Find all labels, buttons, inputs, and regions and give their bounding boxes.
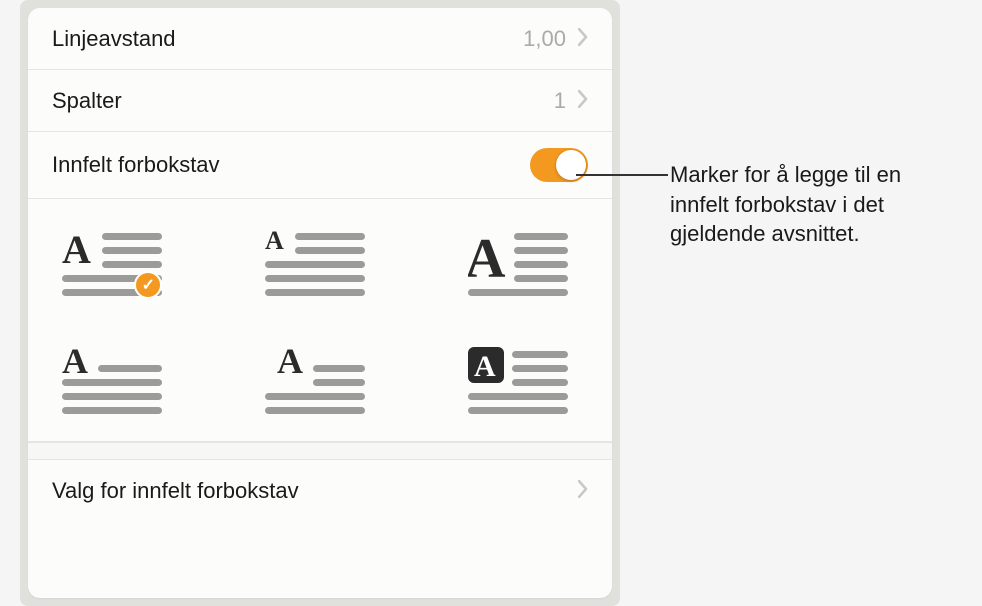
drop-cap-style-5[interactable]: A	[265, 345, 375, 423]
line-spacing-value-group: 1,00	[523, 26, 588, 52]
drop-cap-style-4[interactable]: A	[62, 345, 172, 423]
line-spacing-label: Linjeavstand	[52, 26, 176, 52]
format-panel: Linjeavstand 1,00 Spalter 1 Innfelt forb…	[28, 8, 612, 598]
line-spacing-row[interactable]: Linjeavstand 1,00	[28, 8, 612, 70]
callout-annotation: Marker for å legge til en innfelt forbok…	[670, 160, 960, 249]
columns-row[interactable]: Spalter 1	[28, 70, 612, 132]
drop-cap-toggle[interactable]	[530, 148, 588, 182]
svg-text:A: A	[62, 227, 91, 272]
drop-cap-row: Innfelt forbokstav	[28, 132, 612, 199]
svg-text:A: A	[277, 345, 303, 381]
chevron-right-icon	[578, 26, 588, 52]
callout-leader-line	[576, 174, 668, 176]
svg-text:A: A	[62, 345, 88, 381]
section-spacer	[28, 442, 612, 460]
columns-value: 1	[554, 88, 566, 114]
svg-text:A: A	[468, 228, 506, 290]
columns-value-group: 1	[554, 88, 588, 114]
drop-cap-label: Innfelt forbokstav	[52, 152, 220, 178]
drop-cap-style-3[interactable]: A	[468, 227, 578, 305]
callout-text: Marker for å legge til en innfelt forbok…	[670, 160, 960, 249]
drop-cap-style-grid: A ✓ A	[46, 227, 594, 423]
svg-text:A: A	[265, 227, 284, 255]
drop-cap-style-6[interactable]: A	[468, 345, 578, 423]
drop-cap-options-row[interactable]: Valg for innfelt forbokstav	[28, 460, 612, 522]
drop-cap-style-1[interactable]: A ✓	[62, 227, 172, 305]
chevron-right-icon	[578, 478, 588, 504]
columns-label: Spalter	[52, 88, 122, 114]
svg-text:A: A	[474, 350, 496, 383]
drop-cap-style-2[interactable]: A	[265, 227, 375, 305]
drop-cap-options-label: Valg for innfelt forbokstav	[52, 478, 299, 504]
chevron-right-icon	[578, 88, 588, 114]
panel-outer-frame: Linjeavstand 1,00 Spalter 1 Innfelt forb…	[20, 0, 620, 606]
line-spacing-value: 1,00	[523, 26, 566, 52]
drop-cap-styles-section: A ✓ A	[28, 199, 612, 442]
